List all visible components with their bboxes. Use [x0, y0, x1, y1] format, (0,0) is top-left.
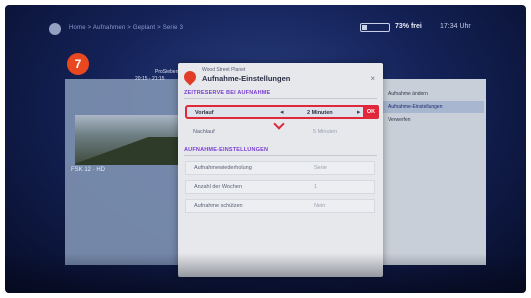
- setting-value: Nein: [314, 203, 326, 209]
- arrow-left-icon[interactable]: ◂: [280, 108, 284, 116]
- setting-value: 1: [314, 184, 318, 190]
- section-recording-settings: AUFNAHME-EINSTELLUNGEN: [184, 147, 269, 153]
- clock: 17:34 Uhr: [440, 23, 471, 30]
- section-divider: [184, 155, 377, 156]
- top-bar: Home > Aufnahmen > Geplant > Serie 3 73%…: [5, 5, 526, 45]
- free-space-label: 73% frei: [395, 23, 422, 30]
- nachlauf-label: Nachlauf: [193, 129, 215, 135]
- dialog-channel: Wood Street Planet: [202, 67, 246, 73]
- setting-row[interactable]: Aufnahmewiederholung Serie: [185, 161, 375, 175]
- setting-value: Serie: [314, 165, 327, 171]
- dialog-title: Aufnahme-Einstellungen: [202, 74, 291, 83]
- background-channel-name: ProSieben: [155, 69, 179, 75]
- program-thumbnail: [75, 115, 179, 165]
- section-divider: [184, 98, 377, 99]
- tv-screen: Home > Aufnahmen > Geplant > Serie 3 73%…: [5, 5, 526, 293]
- bottom-vignette: [5, 253, 526, 293]
- background-meta: FSK 12 · HD: [71, 167, 106, 173]
- setting-label: Aufnahmewiederholung: [194, 165, 252, 171]
- channel-logo: 7: [67, 53, 89, 75]
- setting-row[interactable]: Anzahl der Wochen 1: [185, 180, 375, 194]
- close-icon[interactable]: ×: [370, 74, 375, 83]
- storage-icon: [360, 23, 390, 32]
- gear-icon: [49, 23, 61, 35]
- breadcrumb: Home > Aufnahmen > Geplant > Serie 3: [69, 25, 184, 31]
- background-time-range: 20:15 - 21:15: [135, 76, 165, 82]
- option-change-recording[interactable]: Aufnahme ändern: [388, 91, 428, 97]
- vorlauf-label: Vorlauf: [195, 110, 214, 116]
- record-icon: [181, 68, 199, 86]
- setting-label: Aufnahme schützen: [194, 203, 243, 209]
- ok-button[interactable]: OK: [363, 105, 379, 119]
- setting-label: Anzahl der Wochen: [194, 184, 242, 190]
- recording-settings-dialog: Wood Street Planet Aufnahme-Einstellunge…: [178, 63, 383, 277]
- arrow-right-icon[interactable]: ▸: [357, 108, 361, 116]
- right-options-panel: Aufnahme ändern Aufnahme-Einstellungen V…: [380, 79, 486, 265]
- setting-row[interactable]: Aufnahme schützen Nein: [185, 199, 375, 213]
- vorlauf-selector[interactable]: Vorlauf ◂ 2 Minuten ▸: [185, 105, 375, 119]
- vorlauf-value: 2 Minuten: [307, 110, 333, 116]
- nachlauf-value: 5 Minuten: [313, 129, 338, 135]
- nachlauf-row[interactable]: Nachlauf 5 Minuten: [185, 126, 375, 140]
- option-discard[interactable]: Verwerfen: [388, 117, 411, 123]
- section-time-reserve: ZEITRESERVE BEI AUFNAHME: [184, 90, 271, 96]
- option-recording-settings[interactable]: Aufnahme-Einstellungen: [388, 104, 442, 110]
